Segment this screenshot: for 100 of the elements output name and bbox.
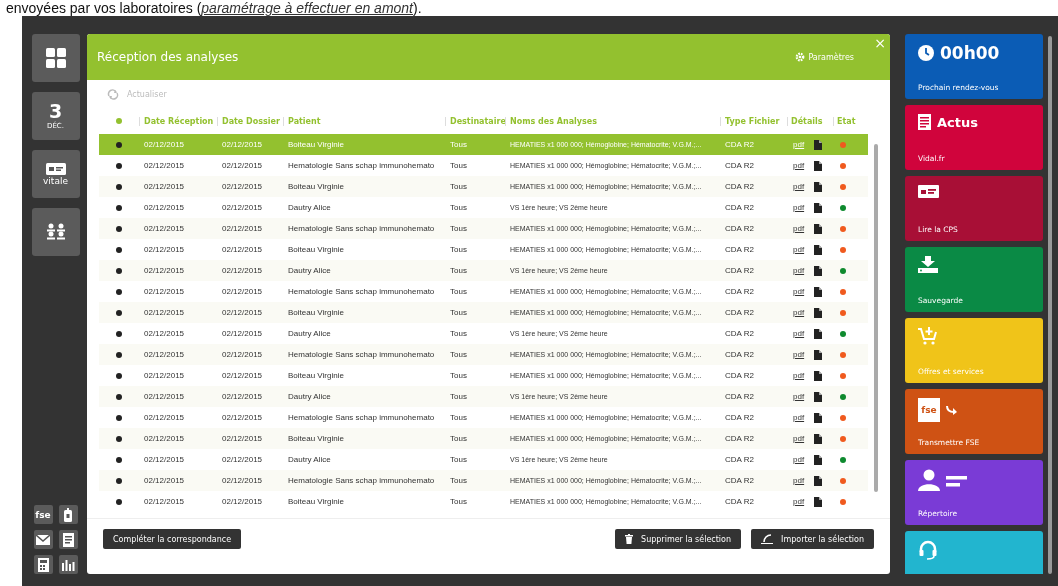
pdf-link[interactable]: pdf — [793, 329, 805, 338]
people-icon — [45, 223, 66, 241]
pdf-link[interactable]: pdf — [793, 371, 805, 380]
file-icon[interactable] — [814, 496, 823, 507]
table-cell-text: Tous — [449, 434, 468, 443]
pdf-link[interactable]: pdf — [793, 182, 805, 191]
file-icon[interactable] — [814, 223, 823, 234]
bullet-icon — [116, 288, 122, 295]
bullet-icon — [116, 141, 122, 148]
pdf-link[interactable]: pdf — [793, 455, 805, 464]
table-cell-text: Dautry Alice — [287, 203, 332, 212]
pdf-link[interactable]: pdf — [793, 434, 805, 443]
table-cell-text: Dautry Alice — [287, 392, 332, 401]
table-cell-text: Tous — [449, 413, 468, 422]
table-cell-text: Tous — [449, 329, 468, 338]
file-icon[interactable] — [814, 328, 823, 339]
apps-tile[interactable] — [31, 34, 80, 82]
fse-button[interactable]: fse — [33, 505, 53, 524]
file-icon[interactable] — [814, 454, 823, 465]
bullet-icon — [116, 309, 122, 316]
table-cell-text: 02/12/2015 — [143, 497, 186, 506]
file-icon[interactable] — [814, 433, 823, 444]
table-cell-text: 02/12/2015 — [143, 329, 186, 338]
complete-button[interactable]: Compléter la correspondance — [103, 529, 242, 549]
scrollbar[interactable] — [874, 144, 878, 492]
headset-icon — [918, 540, 938, 560]
document-icon — [918, 114, 931, 130]
file-icon[interactable] — [814, 349, 823, 360]
fse-file-icon: fse — [918, 398, 940, 422]
file-icon[interactable] — [814, 181, 823, 192]
table-cell-text: Tous — [449, 455, 468, 464]
tile-title: 00h00 — [940, 43, 1000, 63]
file-icon[interactable] — [814, 286, 823, 297]
table-cell-text: Dautry Alice — [287, 266, 332, 275]
table-cell-text: Boiteau Virginie — [287, 245, 345, 254]
table-cell-text: CDA R2 — [724, 455, 755, 464]
bullet-icon — [116, 267, 122, 274]
bullet-icon — [116, 246, 122, 253]
card-icon — [45, 162, 66, 175]
settings-icon — [795, 52, 806, 62]
table-cell-text: CDA R2 — [724, 224, 755, 233]
pdf-link[interactable]: pdf — [793, 350, 805, 359]
scrollbar[interactable] — [1048, 36, 1052, 574]
pdf-link[interactable]: pdf — [793, 266, 805, 275]
table-cell-text: Hematologie Sans schap immunohemato — [287, 161, 436, 170]
pdf-link[interactable]: pdf — [793, 497, 805, 506]
import-button[interactable]: Importer la sélection — [751, 529, 874, 549]
pdf-link[interactable]: pdf — [793, 308, 805, 317]
patients-tile[interactable] — [31, 208, 80, 256]
pdf-link[interactable]: pdf — [793, 245, 805, 254]
table-cell-text: CDA R2 — [724, 413, 755, 422]
table-cell-text: 02/12/2015 — [143, 266, 186, 275]
file-icon[interactable] — [814, 265, 823, 276]
table-cell-text: CDA R2 — [724, 140, 755, 149]
bullet-icon — [116, 372, 122, 379]
bullet-icon — [116, 351, 122, 358]
table-cell-text: Boiteau Virginie — [287, 434, 345, 443]
mail-button[interactable] — [33, 530, 53, 549]
bullet-icon — [116, 456, 122, 463]
table-cell-text: 02/12/2015 — [221, 392, 264, 401]
pdf-link[interactable]: pdf — [793, 413, 805, 422]
file-icon[interactable] — [814, 370, 823, 381]
file-icon[interactable] — [814, 307, 823, 318]
bullet-icon — [116, 498, 122, 505]
contact-icon — [918, 469, 968, 491]
table-cell-text: 02/12/2015 — [143, 140, 186, 149]
bullet-icon — [116, 414, 122, 421]
refresh-icon — [107, 88, 119, 100]
tile-title: Actus — [937, 114, 978, 130]
file-icon[interactable] — [814, 475, 823, 486]
table-cell-text: Boiteau Virginie — [287, 308, 345, 317]
bullet-icon — [116, 225, 122, 232]
vitale-tile[interactable]: vitale — [31, 150, 80, 198]
file-icon[interactable] — [814, 160, 823, 171]
file-icon[interactable] — [814, 412, 823, 423]
pdf-link[interactable]: pdf — [793, 392, 805, 401]
table-cell-text: 02/12/2015 — [143, 455, 186, 464]
statistics-button[interactable] — [58, 555, 78, 574]
table-cell-text: Boiteau Virginie — [287, 140, 345, 149]
device-button[interactable] — [58, 505, 78, 524]
document-button[interactable] — [58, 530, 78, 549]
pdf-link[interactable]: pdf — [793, 224, 805, 233]
file-icon[interactable] — [814, 139, 823, 150]
table-cell-text: CDA R2 — [724, 266, 755, 275]
table-cell-text: CDA R2 — [724, 476, 755, 485]
bar-chart-icon — [61, 558, 75, 571]
cart-icon — [918, 327, 938, 345]
delete-button[interactable]: Supprimer la sélection — [615, 529, 742, 549]
table-cell-text: Dautry Alice — [287, 329, 332, 338]
pdf-link[interactable]: pdf — [793, 203, 805, 212]
pdf-link[interactable]: pdf — [793, 287, 805, 296]
file-icon[interactable] — [814, 391, 823, 402]
settings-link[interactable]: paramétrage à effectuer en amont — [201, 0, 413, 16]
pdf-link[interactable]: pdf — [793, 476, 805, 485]
status-header-icon — [116, 118, 122, 124]
calculator-button[interactable] — [33, 555, 53, 574]
pdf-link[interactable]: pdf — [793, 161, 805, 170]
file-icon[interactable] — [814, 244, 823, 255]
table-cell-text: Tous — [449, 392, 468, 401]
file-icon[interactable] — [814, 202, 823, 213]
